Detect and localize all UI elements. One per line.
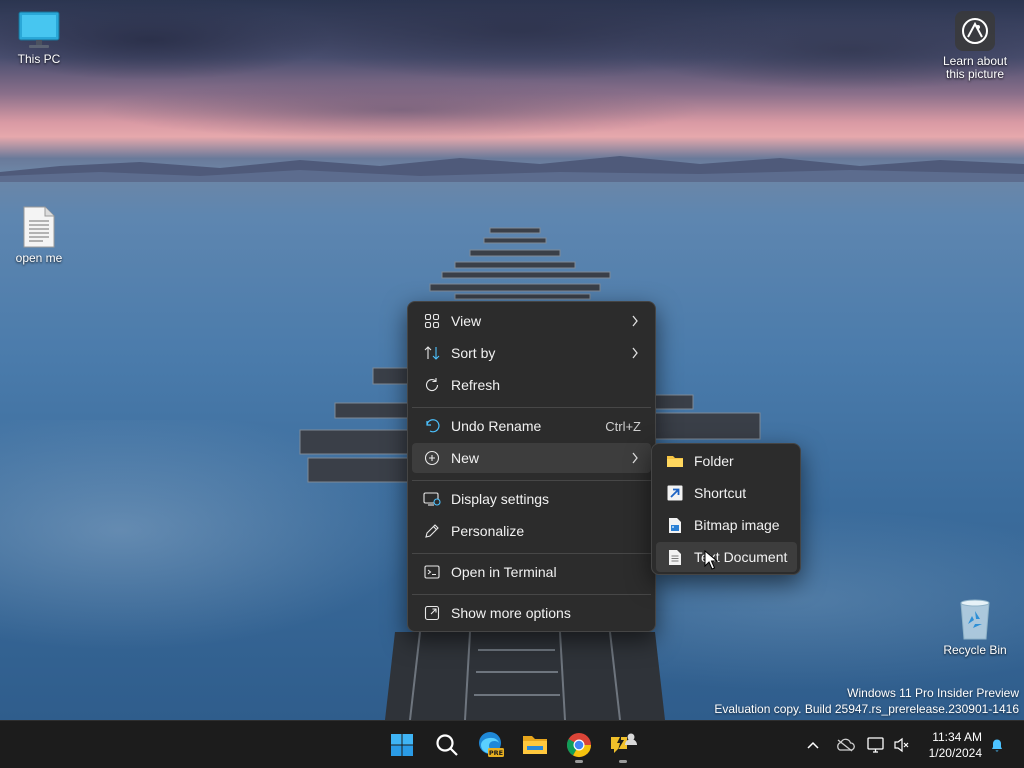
- monitor-icon: [18, 11, 60, 48]
- new-submenu: Folder Shortcut Bitmap image Text Docume…: [651, 443, 801, 575]
- taskbar-start-button[interactable]: [382, 725, 422, 765]
- display-settings-icon: [423, 492, 441, 506]
- start-icon: [391, 734, 413, 756]
- desktop-icon-label: This PC: [17, 52, 61, 66]
- refresh-icon: [425, 378, 439, 392]
- menu-separator: [412, 480, 651, 481]
- submenu-item-shortcut[interactable]: Shortcut: [656, 478, 797, 508]
- submenu-item-label: Folder: [694, 453, 734, 469]
- grid-icon: [424, 313, 440, 329]
- taskbar-edge-beta[interactable]: PRE: [471, 725, 511, 765]
- file-explorer-icon: [523, 736, 547, 754]
- menu-item-label: Open in Terminal: [451, 564, 557, 580]
- clock-date: 1/20/2024: [928, 746, 982, 760]
- menu-item-label: Personalize: [451, 523, 525, 539]
- watermark-line-2: Evaluation copy. Build 25947.rs_prerelea…: [714, 702, 1019, 716]
- submenu-item-text-document[interactable]: Text Document: [656, 542, 797, 572]
- terminal-icon: [424, 565, 440, 579]
- edge-beta-icon: PRE: [479, 732, 504, 757]
- menu-item-label: Refresh: [451, 377, 501, 393]
- menu-item-open-in-terminal[interactable]: Open in Terminal: [412, 557, 651, 587]
- desktop-icon-label: open me: [15, 251, 63, 265]
- camera-info-icon: [955, 11, 995, 51]
- desktop-icon-label: Learn about this picture: [942, 54, 1008, 81]
- submenu-item-bitmap-image[interactable]: Bitmap image: [656, 510, 797, 540]
- desktop-icon-learn-about-picture[interactable]: Learn about this picture: [937, 10, 1013, 81]
- feedback-hub-icon: [611, 733, 637, 753]
- menu-item-new[interactable]: New: [412, 443, 651, 473]
- menu-item-shortcut: Ctrl+Z: [605, 418, 641, 434]
- menu-item-label: Sort by: [451, 345, 496, 361]
- menu-item-show-more-options[interactable]: Show more options: [412, 598, 651, 628]
- notification-button[interactable]: [986, 721, 1008, 768]
- tray-onedrive[interactable]: [833, 721, 857, 768]
- volume-muted-icon: [894, 737, 909, 753]
- mouse-cursor-icon: [704, 550, 718, 570]
- windows-watermark: Windows 11 Pro Insider Preview Evaluatio…: [714, 685, 1019, 717]
- menu-item-label: Undo Rename: [451, 418, 542, 434]
- notification-bell-icon: [992, 739, 1002, 752]
- chevron-up-icon: [807, 741, 819, 749]
- desktop-context-menu: View Sort by Refresh Undo Rename Ctrl+Z …: [407, 301, 656, 632]
- folder-icon: [667, 456, 683, 467]
- taskbar-chrome[interactable]: [559, 725, 599, 765]
- menu-separator: [412, 594, 651, 595]
- taskbar: PRE 11:34 AM 1/20/2024: [0, 720, 1024, 768]
- text-file-icon: [23, 206, 55, 248]
- plus-circle-icon: [424, 450, 440, 466]
- pen-icon: [425, 524, 439, 538]
- menu-item-personalize[interactable]: Personalize: [412, 516, 651, 546]
- menu-item-label: View: [451, 313, 482, 329]
- menu-item-view[interactable]: View: [412, 306, 651, 336]
- desktop-icon-recycle-bin[interactable]: Recycle Bin: [938, 597, 1012, 657]
- submenu-item-folder[interactable]: Folder: [656, 446, 797, 476]
- taskbar-feedback-hub[interactable]: [603, 725, 643, 765]
- chevron-right-icon: [632, 452, 638, 464]
- search-icon: [436, 734, 458, 756]
- desktop-icon-open-me[interactable]: open me: [2, 205, 76, 265]
- chevron-right-icon: [632, 315, 638, 327]
- external-icon: [424, 605, 440, 621]
- menu-item-sort-by[interactable]: Sort by: [412, 338, 651, 368]
- chrome-icon: [566, 733, 591, 758]
- network-icon: [867, 737, 884, 753]
- recycle-bin-icon: [960, 599, 990, 640]
- undo-icon: [426, 419, 440, 433]
- edge-badge-text: PRE: [489, 749, 503, 757]
- clock-time: 11:34 AM: [932, 730, 982, 744]
- menu-item-undo-rename[interactable]: Undo Rename Ctrl+Z: [412, 411, 651, 441]
- submenu-item-label: Shortcut: [694, 485, 747, 501]
- taskbar-clock[interactable]: 11:34 AM 1/20/2024: [929, 729, 982, 761]
- tray-overflow-button[interactable]: [802, 721, 824, 768]
- shortcut-icon: [667, 485, 683, 501]
- menu-item-label: New: [451, 450, 480, 466]
- menu-item-refresh[interactable]: Refresh: [412, 370, 651, 400]
- menu-separator: [412, 553, 651, 554]
- bitmap-icon: [669, 517, 681, 533]
- onedrive-icon: [837, 738, 855, 752]
- chevron-right-icon: [632, 347, 638, 359]
- tray-network[interactable]: [864, 721, 888, 768]
- menu-item-display-settings[interactable]: Display settings: [412, 484, 651, 514]
- taskbar-search-button[interactable]: [427, 725, 467, 765]
- desktop-icon-label: Recycle Bin: [943, 643, 1007, 657]
- menu-item-label: Display settings: [451, 491, 550, 507]
- sort-icon: [424, 346, 440, 360]
- running-indicator: [575, 760, 583, 763]
- running-indicator: [619, 760, 627, 763]
- submenu-item-label: Bitmap image: [694, 517, 780, 533]
- menu-separator: [412, 407, 651, 408]
- taskbar-file-explorer[interactable]: [515, 725, 555, 765]
- tray-volume[interactable]: [890, 721, 914, 768]
- menu-item-label: Show more options: [451, 605, 571, 621]
- text-document-icon: [669, 549, 681, 565]
- watermark-line-1: Windows 11 Pro Insider Preview: [847, 686, 1019, 700]
- desktop-icon-this-pc[interactable]: This PC: [2, 10, 76, 66]
